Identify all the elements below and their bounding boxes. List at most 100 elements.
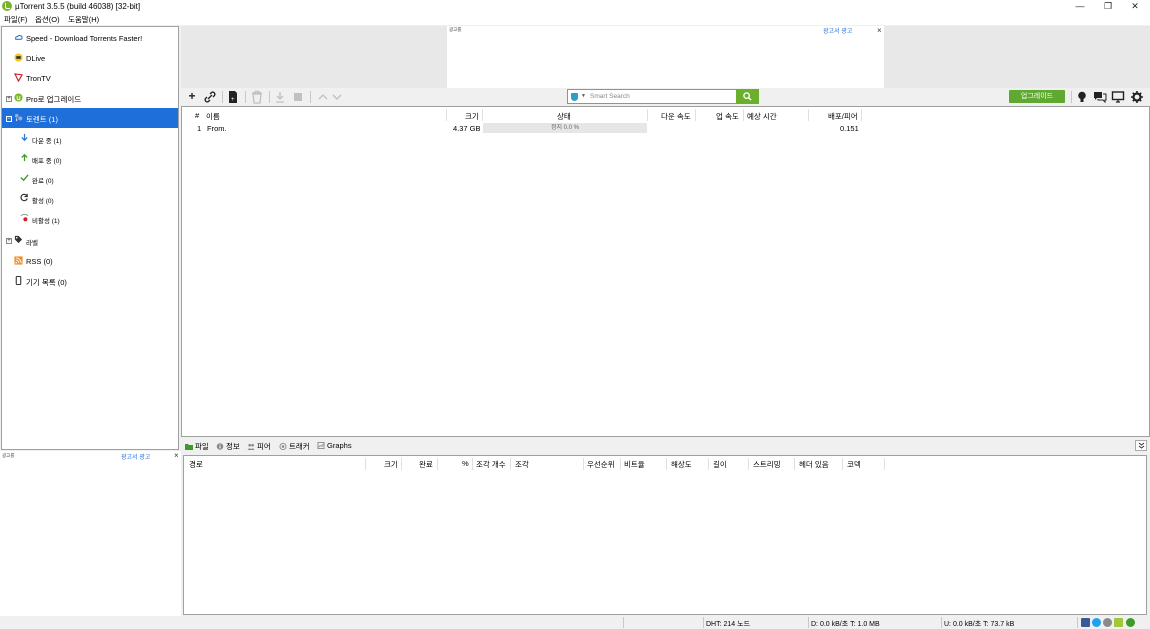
column-separator[interactable] <box>446 109 447 121</box>
ad-report-link[interactable]: 광고서 광고 <box>121 452 150 461</box>
rss-icon <box>14 256 23 265</box>
tab-info[interactable]: 정보 <box>216 441 240 452</box>
ad-close-button[interactable]: × <box>877 26 882 35</box>
column-separator[interactable] <box>842 458 843 470</box>
status-ok-icon[interactable] <box>1126 618 1135 627</box>
column-header-priority[interactable]: 우선순위 <box>587 459 615 470</box>
collapse-icon[interactable]: − <box>6 116 12 122</box>
sidebar-item-seeding[interactable]: 배포 중 (0) <box>2 148 178 168</box>
column-separator[interactable] <box>708 458 709 470</box>
collapse-panel-button[interactable] <box>1135 440 1147 451</box>
start-icon[interactable] <box>273 90 287 104</box>
dht-status[interactable]: DHT: 214 노드 <box>706 619 750 629</box>
column-separator[interactable] <box>666 458 667 470</box>
download-speed-status[interactable]: D: 0.0 kB/초 T: 1.0 MB <box>811 619 880 629</box>
move-down-icon[interactable] <box>330 90 344 104</box>
column-separator[interactable] <box>861 109 862 121</box>
column-header-codec[interactable]: 코덱 <box>847 459 861 470</box>
column-header-percent[interactable]: % <box>462 459 469 468</box>
column-separator[interactable] <box>808 109 809 121</box>
sidebar-item-trontv[interactable]: TronTV <box>2 68 178 88</box>
tab-trackers[interactable]: 트래커 <box>279 441 310 452</box>
tab-peers[interactable]: 피어 <box>247 441 271 452</box>
chevron-down-icon[interactable]: ▼ <box>581 93 586 99</box>
column-header-eta[interactable]: 예상 시간 <box>747 111 777 122</box>
column-header-done[interactable]: 완료 <box>419 459 433 470</box>
column-separator[interactable] <box>695 109 696 121</box>
column-header-bitrate[interactable]: 비트율 <box>624 459 645 470</box>
upload-speed-status[interactable]: U: 0.0 kB/초 T: 73.7 kB <box>944 619 1014 629</box>
sidebar-item-dlive[interactable]: DLive <box>2 48 178 68</box>
remove-icon[interactable] <box>250 90 264 104</box>
column-header-streaming[interactable]: 스트리밍 <box>753 459 781 470</box>
column-header-up-speed[interactable]: 업 속도 <box>716 111 739 122</box>
column-separator[interactable] <box>510 458 511 470</box>
sidebar-item-labels[interactable]: + 라벨 <box>2 230 178 250</box>
sidebar-item-active[interactable]: 활성 (0) <box>2 188 178 208</box>
column-header-pieces[interactable]: 조각 <box>515 459 529 470</box>
column-separator[interactable] <box>401 458 402 470</box>
android-icon[interactable] <box>1114 618 1123 627</box>
search-button[interactable] <box>736 89 759 104</box>
tab-files[interactable]: 파일 <box>185 441 209 452</box>
minimize-button[interactable]: — <box>1066 0 1094 13</box>
menu-help[interactable]: 도움말(H) <box>68 14 99 25</box>
sidebar-item-devices[interactable]: 기기 목록 (0) <box>2 271 178 291</box>
add-url-icon[interactable] <box>203 90 217 104</box>
tab-graphs[interactable]: Graphs <box>317 441 352 450</box>
chevron-double-down-icon <box>1138 442 1144 449</box>
sidebar-item-torrents[interactable]: − 토렌트 (1) <box>2 108 178 128</box>
facebook-icon[interactable] <box>1081 618 1090 627</box>
sidebar-item-pro-upgrade[interactable]: + Pro로 업그레이드 <box>2 88 178 108</box>
column-separator[interactable] <box>620 458 621 470</box>
expand-icon[interactable]: + <box>6 238 12 244</box>
sidebar-item-rss[interactable]: RSS (0) <box>2 251 178 271</box>
lightbulb-icon[interactable] <box>1075 90 1089 104</box>
column-header-ratio[interactable]: 배포/피어 <box>828 111 858 122</box>
column-header-pieces-count[interactable]: 조각 개수 <box>476 459 506 470</box>
expand-icon[interactable]: + <box>6 96 12 102</box>
remote-icon[interactable] <box>1111 90 1125 104</box>
twitter-icon[interactable] <box>1092 618 1101 627</box>
column-header-number[interactable]: # <box>195 111 199 120</box>
column-separator[interactable] <box>884 458 885 470</box>
column-header-down-speed[interactable]: 다운 속도 <box>661 111 691 122</box>
add-torrent-icon[interactable]: + <box>185 90 199 104</box>
column-header-size[interactable]: 크기 <box>465 111 479 122</box>
column-separator[interactable] <box>472 458 473 470</box>
sidebar-item-completed[interactable]: 완료 (0) <box>2 168 178 188</box>
column-header-size[interactable]: 크기 <box>384 459 398 470</box>
column-separator[interactable] <box>743 109 744 121</box>
sidebar-item-downloading[interactable]: 다운 중 (1) <box>2 128 178 148</box>
menu-options[interactable]: 옵션(O) <box>35 14 60 25</box>
stop-icon[interactable] <box>291 90 305 104</box>
sidebar-item-speed[interactable]: Speed - Download Torrents Faster! <box>2 28 178 48</box>
close-button[interactable]: ✕ <box>1121 0 1149 13</box>
column-header-name[interactable]: 이름 <box>206 111 220 122</box>
sidebar-item-inactive[interactable]: 비활성 (1) <box>2 208 178 228</box>
web-globe-icon[interactable] <box>1103 618 1112 627</box>
column-separator[interactable] <box>748 458 749 470</box>
column-separator[interactable] <box>583 458 584 470</box>
create-torrent-icon[interactable]: + <box>226 90 240 104</box>
search-input[interactable]: ▼ Smart Search <box>567 89 737 104</box>
column-header-status[interactable]: 상태 <box>557 111 571 122</box>
column-separator[interactable] <box>482 109 483 121</box>
column-separator[interactable] <box>365 458 366 470</box>
menu-file[interactable]: 파일(F) <box>4 14 27 25</box>
column-header-length[interactable]: 길이 <box>713 459 727 470</box>
ad-report-link[interactable]: 광고서 광고 <box>823 26 852 35</box>
column-header-path[interactable]: 경로 <box>189 459 203 470</box>
column-header-resolution[interactable]: 해상도 <box>671 459 692 470</box>
column-header-has-header[interactable]: 헤더 있음 <box>799 459 829 470</box>
settings-icon[interactable] <box>1130 90 1144 104</box>
sidebar-item-label: 토렌트 (1) <box>26 115 58 124</box>
column-separator[interactable] <box>437 458 438 470</box>
column-separator[interactable] <box>794 458 795 470</box>
move-up-icon[interactable] <box>316 90 330 104</box>
chat-icon[interactable] <box>1093 90 1107 104</box>
upgrade-button[interactable]: 업그레이드 <box>1009 90 1065 103</box>
maximize-button[interactable]: ❐ <box>1094 0 1122 13</box>
column-separator[interactable] <box>647 109 648 121</box>
ad-close-button[interactable]: × <box>174 451 179 460</box>
